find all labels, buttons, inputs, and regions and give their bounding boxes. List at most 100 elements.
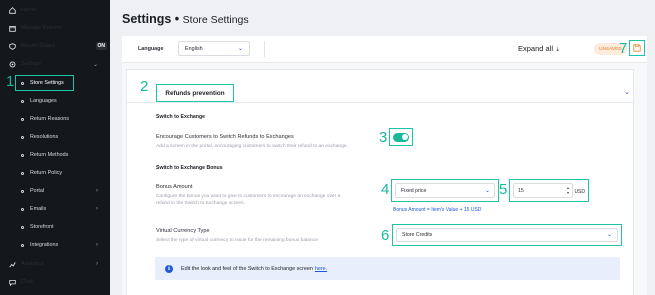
sidebar-item-label: Analytics [21, 261, 44, 267]
section-header-refunds-prevention[interactable]: 2 Refunds prevention ⌄ [126, 69, 634, 103]
analytics-icon [9, 261, 16, 268]
sidebar-sub-storefront[interactable]: Storefront [0, 220, 110, 234]
section-title-text: Refunds prevention [165, 89, 225, 97]
page-title-main: Settings [122, 12, 172, 26]
bonus-heading: Switch to Exchange Bonus [156, 165, 223, 171]
bonus-type-select[interactable]: Fixed price ⌄ [395, 183, 495, 198]
annotation-marker-6: 6 [381, 227, 390, 244]
info-icon: i [165, 264, 173, 273]
sidebar-item-label: Settings [21, 61, 42, 67]
bonus-amount-input[interactable]: 15 ▴ ▾ [513, 183, 573, 198]
annotation-marker-3: 3 [379, 129, 388, 146]
expand-all-label: Expand all [518, 44, 554, 53]
switch-heading: Switch to Exchange [156, 114, 206, 120]
sidebar-sub-store-settings[interactable]: Store Settings [0, 76, 110, 90]
encourage-hint: Add a screen in the portal, encouraging … [156, 144, 348, 149]
currency-label: Virtual Currency Type [156, 228, 210, 234]
bullet-icon [21, 135, 24, 139]
bonus-hint-line-1: Configure the bonus you want to give to … [156, 194, 341, 199]
sidebar-sub-languages[interactable]: Languages [0, 94, 110, 108]
stepper-icon[interactable]: ▴ ▾ [567, 185, 569, 195]
bonus-hint-line-2: refund in the Switch to Exchange screen. [156, 201, 245, 206]
annotation-marker-5: 5 [499, 181, 508, 198]
sidebar-sub-return-policy[interactable]: Return Policy [0, 166, 110, 180]
sidebar-item-chat[interactable]: Chat [0, 275, 110, 289]
language-select[interactable]: English ⌄ [178, 41, 250, 56]
currency-select[interactable]: Store Credits ⌄ [396, 228, 618, 242]
expand-all-button[interactable]: Expand all ⇣ [518, 44, 560, 53]
bonus-amount-value: 15 [518, 187, 524, 194]
sidebar-item-label: Manage Returns [21, 25, 63, 31]
sidebar-sub-emails[interactable]: Emails › [0, 202, 110, 216]
chevron-right-icon: › [96, 206, 98, 212]
title-separator: • [174, 12, 180, 26]
chevron-down-icon: ⌄ [92, 61, 98, 68]
sidebar-item-label: Return Methods [30, 152, 69, 158]
bonus-type-highlight: Fixed price ⌄ [391, 179, 499, 202]
sidebar-sub-integrations[interactable]: Integrations › [0, 238, 110, 252]
currency-value: Store Credits [402, 232, 433, 238]
sidebar-sub-portal[interactable]: Portal › [0, 184, 110, 198]
chevron-down-icon: ⌄ [484, 188, 490, 194]
page-title: Settings • Store Settings [122, 12, 249, 26]
chat-icon [9, 279, 16, 286]
sidebar-item-home[interactable]: Home [0, 3, 110, 17]
bullet-icon [21, 153, 24, 157]
bonus-formula: Bonus Amount = Item's Value + 15 USD [393, 207, 482, 213]
annotation-marker-2: 2 [140, 78, 149, 95]
shield-icon [9, 42, 16, 50]
sidebar-item-manage-returns[interactable]: Manage Returns [0, 21, 110, 35]
save-icon [633, 44, 641, 52]
bullet-icon [21, 117, 24, 121]
bullet-icon [21, 171, 24, 175]
info-banner: i Edit the look and feel of the Switch t… [155, 257, 620, 280]
currency-highlight: Store Credits ⌄ [392, 224, 622, 246]
language-label: Language [138, 46, 164, 52]
encourage-toggle[interactable] [393, 132, 409, 142]
sidebar-item-label: Return Guard [21, 43, 55, 49]
bullet-icon [21, 225, 24, 229]
info-link[interactable]: here. [315, 266, 327, 272]
chevron-down-icon: ⌄ [237, 46, 243, 52]
sidebar-sub-return-methods[interactable]: Return Methods [0, 148, 110, 162]
sidebar-sub-return-reasons[interactable]: Return Reasons [0, 112, 110, 126]
gear-icon [9, 61, 16, 68]
bonus-type-value: Fixed price [401, 187, 427, 194]
returns-icon [9, 25, 16, 32]
sidebar: Home Manage Returns Return Guard ON Sett… [0, 0, 110, 295]
home-icon [9, 6, 16, 14]
currency-unit: USD [574, 189, 585, 195]
chevron-right-icon: › [96, 242, 98, 248]
sidebar-item-analytics[interactable]: Analytics › [0, 257, 110, 271]
divider [264, 41, 265, 57]
sidebar-item-label: Resolutions [30, 134, 59, 140]
bonus-amount-highlight: 15 ▴ ▾ USD [509, 179, 589, 202]
sidebar-sub-resolutions[interactable]: Resolutions [0, 130, 110, 144]
sidebar-item-label: Return Reasons [30, 116, 69, 122]
encourage-label: Encourage Customers to Switch Refunds to… [156, 134, 294, 140]
bullet-icon [21, 243, 24, 247]
bullet-icon [21, 207, 24, 211]
bullet-icon [21, 81, 24, 85]
sidebar-item-label: Storefront [30, 224, 54, 230]
bonus-label: Bonus Amount [156, 184, 193, 190]
annotation-marker-4: 4 [381, 181, 390, 198]
sidebar-item-return-guard[interactable]: Return Guard ON [0, 39, 110, 53]
sidebar-item-settings[interactable]: Settings ⌄ [0, 57, 110, 71]
sidebar-item-label: Home [21, 7, 36, 13]
settings-toolbar: Language English ⌄ Expand all ⇣ UNSAVED … [122, 36, 647, 63]
sidebar-item-label: Portal [30, 188, 45, 194]
sidebar-item-label: Return Policy [30, 170, 63, 176]
save-button[interactable] [629, 40, 645, 56]
section-title: Refunds prevention [156, 84, 234, 102]
chevron-down-icon[interactable]: ⌄ [624, 88, 630, 96]
status-badge: ON [95, 42, 107, 50]
sidebar-item-label: Languages [30, 98, 57, 104]
sidebar-item-label: Integrations [30, 242, 59, 248]
toggle-knob [401, 134, 408, 140]
page-subtitle: Store Settings [182, 14, 249, 26]
chevron-right-icon: › [96, 261, 98, 267]
annotation-marker-7: 7 [619, 40, 628, 57]
sidebar-item-label: Store Settings [30, 80, 64, 86]
sidebar-item-label: Emails [30, 206, 47, 212]
